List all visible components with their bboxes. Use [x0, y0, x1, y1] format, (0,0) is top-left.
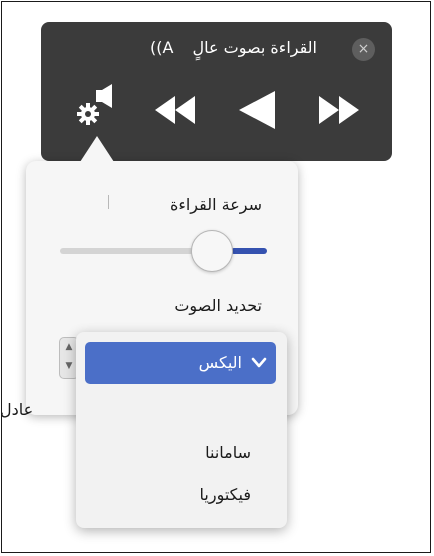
settings-icon [77, 84, 112, 125]
slider-tick [108, 195, 109, 209]
close-icon: × [357, 41, 370, 57]
popover-arrow [80, 136, 114, 162]
voice-option[interactable]: فيكتوريا [200, 485, 251, 504]
rewind-icon [155, 96, 195, 124]
fast-forward-icon [319, 96, 359, 124]
toolbar-title-text: القراءة بصوت عالٍ [192, 38, 317, 57]
rewind-button[interactable] [153, 94, 199, 126]
side-text: عادل [0, 400, 34, 419]
voice-option[interactable]: ساماننا [205, 443, 251, 462]
fast-forward-button[interactable] [315, 94, 361, 126]
speed-slider-fill [231, 248, 267, 254]
play-button[interactable] [237, 89, 277, 131]
speaker-text-icon: A)) [150, 38, 174, 57]
voice-label: تحديد الصوت [174, 296, 262, 315]
voice-option-selected[interactable]: اليكس [85, 342, 276, 384]
close-button[interactable]: × [352, 38, 375, 61]
play-icon [239, 91, 275, 129]
speed-label: سرعة القراءة [169, 195, 262, 214]
checkmark-chevron-icon [251, 357, 267, 368]
speed-slider-thumb[interactable] [191, 230, 233, 272]
settings-button[interactable] [74, 84, 118, 128]
voice-option-label: اليكس [198, 353, 242, 372]
voice-dropdown-menu: اليكس ساماننا فيكتوريا [76, 332, 287, 528]
toolbar-title: القراءة بصوت عالٍ A)) [150, 38, 317, 57]
